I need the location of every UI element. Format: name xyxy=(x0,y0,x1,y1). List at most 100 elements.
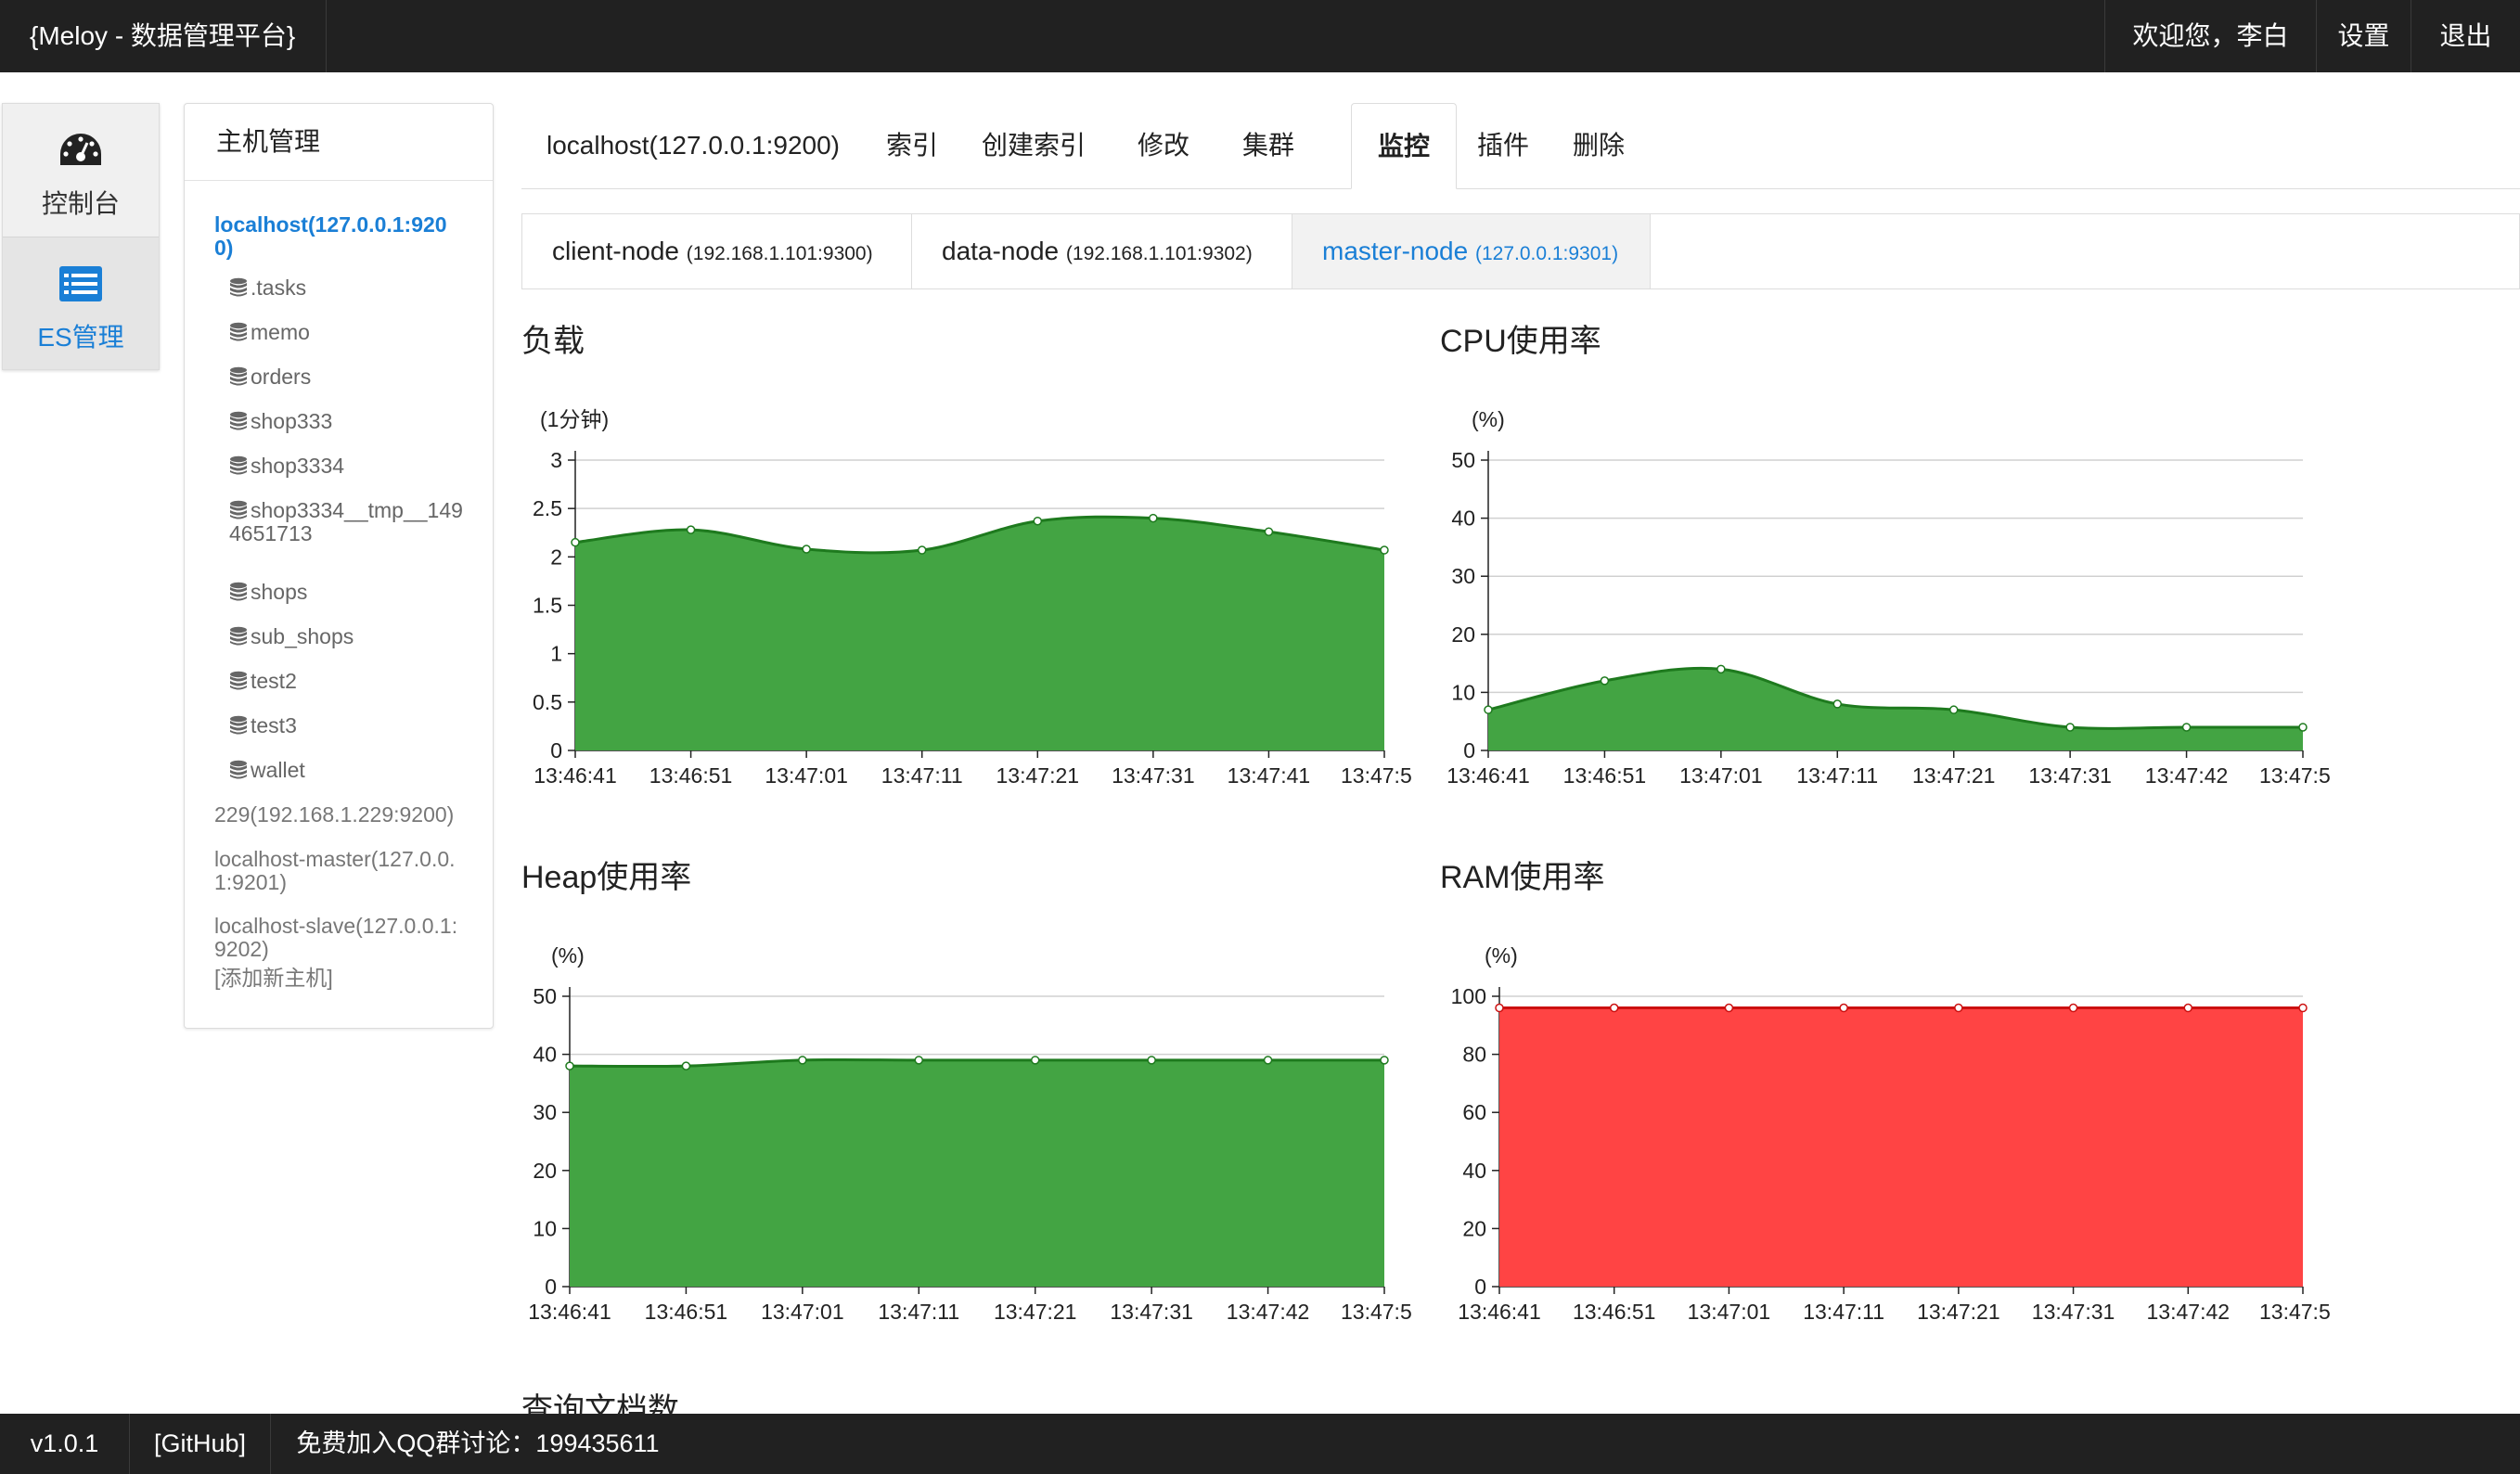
data-point xyxy=(1948,705,1959,714)
data-point xyxy=(2298,723,2308,732)
x-tick-label: 13:46:51 xyxy=(1563,763,1647,788)
x-tick-label: 13:47:5 xyxy=(2259,763,2331,788)
x-tick-label: 13:47:11 xyxy=(878,1300,959,1324)
data-point xyxy=(1030,1056,1040,1065)
x-tick-label: 13:47:21 xyxy=(994,1300,1077,1324)
y-tick-label: 100 xyxy=(1451,984,1486,1008)
y-tick-label: 10 xyxy=(533,1216,557,1240)
chart-2: (%) 0 10 20 30 40 50 13:46:41 13:46:51 13:47:01 13… xyxy=(528,943,1412,1324)
y-tick-label: 0 xyxy=(1463,738,1475,763)
y-axis-unit: (%) xyxy=(551,943,585,968)
x-tick-label: 13:47:5 xyxy=(2259,1300,2331,1324)
x-tick-label: 13:47:11 xyxy=(1796,763,1878,788)
y-tick-label: 40 xyxy=(533,1043,557,1067)
x-tick-label: 13:47:21 xyxy=(1912,763,1996,788)
y-tick-label: 10 xyxy=(1451,680,1475,704)
data-point xyxy=(2298,1003,2308,1013)
x-tick-label: 13:47:01 xyxy=(1688,1300,1771,1324)
x-tick-label: 13:47:31 xyxy=(2028,763,2112,788)
x-tick-label: 13:47:31 xyxy=(2032,1300,2115,1324)
data-point xyxy=(565,1061,574,1070)
y-axis-unit: (1分钟) xyxy=(540,407,609,431)
y-tick-label: 50 xyxy=(533,984,557,1008)
x-tick-label: 13:47:42 xyxy=(2147,1300,2231,1324)
y-tick-label: 40 xyxy=(1462,1159,1486,1183)
x-tick-label: 13:47:31 xyxy=(1110,1300,1193,1324)
y-tick-label: 1 xyxy=(550,642,562,666)
x-tick-label: 13:47:11 xyxy=(881,763,963,788)
data-point xyxy=(1832,699,1843,709)
data-point xyxy=(1033,516,1043,526)
x-tick-label: 13:47:5 xyxy=(1341,763,1412,788)
data-point xyxy=(917,545,927,555)
data-point xyxy=(1484,705,1493,714)
y-tick-label: 60 xyxy=(1462,1100,1486,1124)
y-tick-label: 0 xyxy=(1474,1275,1486,1299)
x-tick-label: 13:47:01 xyxy=(761,1300,844,1324)
qq-group-text: 免费加入QQ群讨论：199435611 xyxy=(296,1429,660,1457)
y-tick-label: 2.5 xyxy=(533,496,562,520)
data-point xyxy=(1954,1003,1963,1013)
x-tick-label: 13:47:01 xyxy=(1679,763,1763,788)
x-tick-label: 13:47:21 xyxy=(1917,1300,2000,1324)
y-tick-label: 50 xyxy=(1451,448,1475,472)
y-axis-unit: (%) xyxy=(1472,407,1505,431)
data-point xyxy=(1263,1056,1273,1065)
monitor-charts: (1分钟) 0 0.5 1 1.5 2 2.5 3 13:46:41 13:46:51 13:47:… xyxy=(528,407,2331,1324)
data-point xyxy=(2065,723,2075,732)
y-tick-label: 20 xyxy=(1451,622,1475,647)
y-tick-label: 3 xyxy=(550,448,562,472)
series-area xyxy=(1499,1007,2303,1287)
y-tick-label: 0 xyxy=(550,738,562,763)
y-tick-label: 40 xyxy=(1451,506,1475,531)
y-tick-label: 30 xyxy=(533,1100,557,1124)
data-point xyxy=(1149,513,1158,523)
x-tick-label: 13:47:42 xyxy=(2145,763,2229,788)
y-axis-unit: (%) xyxy=(1485,943,1518,968)
x-tick-label: 13:47:41 xyxy=(1228,763,1311,788)
x-tick-label: 13:46:51 xyxy=(1573,1300,1656,1324)
y-tick-label: 20 xyxy=(1462,1216,1486,1240)
y-tick-label: 30 xyxy=(1451,564,1475,588)
series-area xyxy=(575,517,1384,750)
x-tick-label: 13:46:41 xyxy=(534,763,617,788)
data-point xyxy=(1380,545,1389,555)
x-tick-label: 13:47:01 xyxy=(765,763,848,788)
x-tick-label: 13:46:51 xyxy=(649,763,733,788)
data-point xyxy=(1380,1056,1389,1065)
version-label: v1.0.1 xyxy=(0,1414,130,1474)
y-tick-label: 20 xyxy=(533,1159,557,1183)
data-point xyxy=(1716,664,1726,674)
x-tick-label: 13:46:51 xyxy=(645,1300,728,1324)
data-point xyxy=(2181,723,2192,732)
series-area xyxy=(570,1059,1384,1287)
x-tick-label: 13:46:41 xyxy=(1458,1300,1541,1324)
x-tick-label: 13:47:42 xyxy=(1227,1300,1310,1324)
data-point xyxy=(802,545,811,554)
x-tick-label: 13:47:11 xyxy=(1803,1300,1884,1324)
x-tick-label: 13:47:21 xyxy=(996,763,1080,788)
data-point xyxy=(798,1056,807,1065)
data-point xyxy=(914,1056,924,1065)
data-point xyxy=(571,537,580,547)
data-point xyxy=(681,1061,691,1070)
x-tick-label: 13:46:41 xyxy=(528,1300,611,1324)
data-point xyxy=(1264,527,1274,536)
x-tick-label: 13:46:41 xyxy=(1446,763,1530,788)
chart-3: (%) 0 20 40 60 80 100 13:46:41 13:46:51 13:47:01 1… xyxy=(1451,943,2331,1324)
data-point xyxy=(686,525,696,534)
data-point xyxy=(1600,676,1610,686)
data-point xyxy=(1147,1056,1156,1065)
chart-0: (1分钟) 0 0.5 1 1.5 2 2.5 3 13:46:41 13:46:51 13:47:… xyxy=(533,407,1412,788)
data-point xyxy=(2183,1003,2193,1013)
data-point xyxy=(1495,1003,1504,1013)
github-link[interactable]: [GitHub] xyxy=(130,1414,271,1474)
y-tick-label: 0.5 xyxy=(533,690,562,714)
x-tick-label: 13:47:5 xyxy=(1341,1300,1412,1324)
data-point xyxy=(1839,1003,1848,1013)
y-tick-label: 2 xyxy=(550,545,562,569)
y-tick-label: 0 xyxy=(545,1275,557,1299)
y-tick-label: 80 xyxy=(1462,1043,1486,1067)
data-point xyxy=(1609,1003,1619,1013)
chart-1: (%) 0 10 20 30 40 50 13:46:41 13:46:51 13:47:01 13… xyxy=(1446,407,2331,788)
